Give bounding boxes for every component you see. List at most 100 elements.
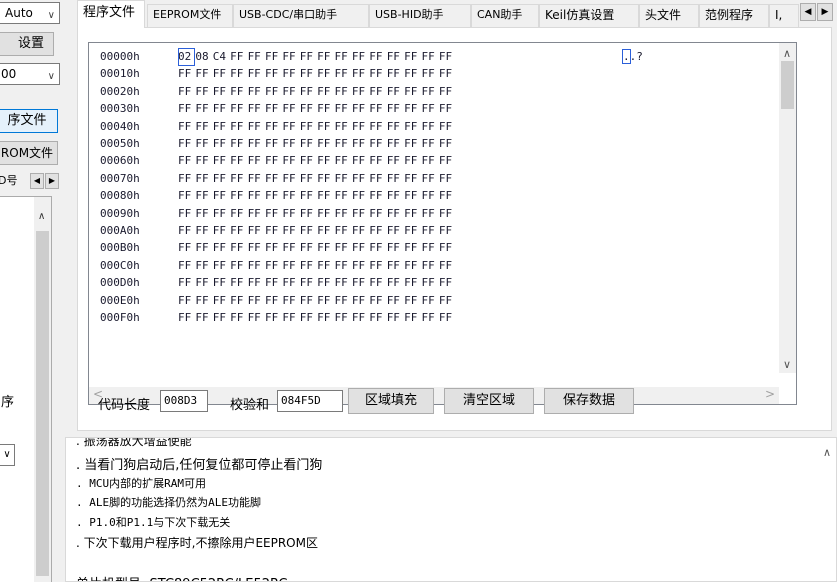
spin-left-icon[interactable]: ◀ — [30, 173, 44, 189]
hex-byte[interactable]: FF — [300, 100, 317, 118]
hex-byte[interactable]: FF — [230, 152, 247, 170]
tab-eeprom-file[interactable]: EEPROM文件 — [147, 4, 233, 27]
hex-byte[interactable]: FF — [300, 170, 317, 188]
hex-byte[interactable]: FF — [230, 292, 247, 310]
hex-byte[interactable]: FF — [213, 274, 230, 292]
hex-byte[interactable]: FF — [195, 222, 212, 240]
hex-byte[interactable]: FF — [387, 222, 404, 240]
hex-byte[interactable]: FF — [195, 100, 212, 118]
hex-byte[interactable]: FF — [178, 292, 195, 310]
hex-byte[interactable]: FF — [300, 257, 317, 275]
hex-byte[interactable]: FF — [178, 135, 195, 153]
hex-byte[interactable]: FF — [404, 135, 421, 153]
tab-usb-cdc[interactable]: USB-CDC/串口助手 — [233, 4, 369, 27]
hex-byte[interactable]: FF — [230, 118, 247, 136]
hex-byte[interactable]: FF — [178, 187, 195, 205]
hex-byte[interactable]: FF — [195, 274, 212, 292]
hex-byte[interactable]: FF — [178, 100, 195, 118]
hex-vertical-scrollbar[interactable]: ∧ ∨ — [779, 43, 796, 373]
hex-byte[interactable]: FF — [352, 292, 369, 310]
hex-byte[interactable]: FF — [335, 187, 352, 205]
hex-byte[interactable]: FF — [195, 309, 212, 327]
hex-byte[interactable]: FF — [335, 239, 352, 257]
hex-byte[interactable]: FF — [195, 257, 212, 275]
hex-byte[interactable]: FF — [265, 83, 282, 101]
hex-byte[interactable]: FF — [300, 65, 317, 83]
hex-byte[interactable]: FF — [369, 135, 386, 153]
left-list[interactable]: 序 ∨ ∧ — [0, 196, 52, 582]
hex-byte[interactable]: FF — [195, 170, 212, 188]
hex-byte[interactable]: FF — [317, 170, 334, 188]
hex-byte[interactable]: FF — [335, 65, 352, 83]
hex-byte[interactable]: FF — [439, 48, 456, 66]
hex-byte[interactable]: FF — [335, 274, 352, 292]
hex-byte[interactable]: FF — [213, 118, 230, 136]
hex-byte[interactable]: FF — [265, 65, 282, 83]
hex-byte[interactable]: FF — [421, 292, 438, 310]
hex-byte[interactable]: FF — [213, 170, 230, 188]
hex-byte[interactable]: FF — [213, 135, 230, 153]
hex-byte[interactable]: FF — [335, 83, 352, 101]
hex-byte[interactable]: FF — [213, 100, 230, 118]
hex-byte[interactable]: FF — [335, 152, 352, 170]
hex-byte[interactable]: FF — [335, 170, 352, 188]
hex-byte[interactable]: FF — [439, 274, 456, 292]
hex-byte[interactable]: FF — [439, 292, 456, 310]
hex-byte[interactable]: FF — [387, 187, 404, 205]
hex-byte[interactable]: FF — [404, 257, 421, 275]
hex-byte[interactable]: FF — [317, 239, 334, 257]
fill-region-button[interactable]: 区域填充 — [348, 388, 434, 414]
freq-select[interactable]: 00 ∨ — [0, 63, 60, 85]
hex-byte[interactable]: FF — [387, 170, 404, 188]
hex-byte[interactable]: FF — [230, 309, 247, 327]
hex-byte[interactable]: FF — [317, 257, 334, 275]
hex-byte[interactable]: FF — [282, 205, 299, 223]
hex-byte[interactable]: FF — [282, 48, 299, 66]
hex-byte[interactable]: FF — [248, 83, 265, 101]
hex-ascii[interactable]: ..? — [622, 48, 643, 66]
hex-byte[interactable]: FF — [265, 152, 282, 170]
hex-byte[interactable]: FF — [421, 48, 438, 66]
open-program-button[interactable]: 序文件 — [0, 109, 58, 133]
hex-byte[interactable]: FF — [421, 309, 438, 327]
hex-byte[interactable]: FF — [335, 205, 352, 223]
hex-byte[interactable]: FF — [421, 274, 438, 292]
tab-header-file[interactable]: 头文件 — [639, 4, 699, 27]
hex-byte[interactable]: FF — [265, 170, 282, 188]
hex-byte[interactable]: FF — [352, 118, 369, 136]
hex-byte[interactable]: FF — [195, 118, 212, 136]
hex-byte[interactable]: FF — [404, 83, 421, 101]
hex-byte[interactable]: FF — [421, 222, 438, 240]
hex-byte[interactable]: FF — [317, 187, 334, 205]
hex-byte[interactable]: FF — [195, 292, 212, 310]
hex-editor[interactable]: 00000h 02 08 C4 FF FF FF FF FF FF FF FF FF FF FF FF FF..… — [88, 42, 797, 405]
hex-byte[interactable]: FF — [369, 222, 386, 240]
hex-byte[interactable]: FF — [300, 83, 317, 101]
hex-byte[interactable]: FF — [300, 135, 317, 153]
hex-byte[interactable]: FF — [369, 152, 386, 170]
hex-byte[interactable]: FF — [439, 309, 456, 327]
hex-byte[interactable]: FF — [248, 152, 265, 170]
hex-byte[interactable]: FF — [387, 205, 404, 223]
hex-byte[interactable]: FF — [335, 118, 352, 136]
hex-byte[interactable]: FF — [178, 170, 195, 188]
hex-byte[interactable]: FF — [282, 135, 299, 153]
hex-byte[interactable]: FF — [248, 257, 265, 275]
hex-byte[interactable]: FF — [369, 274, 386, 292]
hex-byte[interactable]: FF — [335, 257, 352, 275]
hex-byte[interactable]: FF — [248, 170, 265, 188]
hex-byte[interactable]: FF — [439, 152, 456, 170]
chevron-down-icon[interactable]: ∨ — [0, 444, 15, 466]
hex-byte[interactable]: FF — [421, 205, 438, 223]
hex-byte[interactable]: FF — [230, 83, 247, 101]
hex-byte[interactable]: FF — [387, 83, 404, 101]
hex-byte[interactable]: FF — [213, 205, 230, 223]
hex-byte[interactable]: FF — [195, 152, 212, 170]
hex-byte[interactable]: FF — [369, 257, 386, 275]
hex-byte[interactable]: FF — [317, 100, 334, 118]
hex-byte[interactable]: FF — [300, 274, 317, 292]
hex-byte[interactable]: FF — [282, 65, 299, 83]
scroll-thumb[interactable] — [36, 231, 49, 576]
hex-byte[interactable]: FF — [404, 118, 421, 136]
tab-program-file[interactable]: 程序文件 — [77, 0, 145, 28]
